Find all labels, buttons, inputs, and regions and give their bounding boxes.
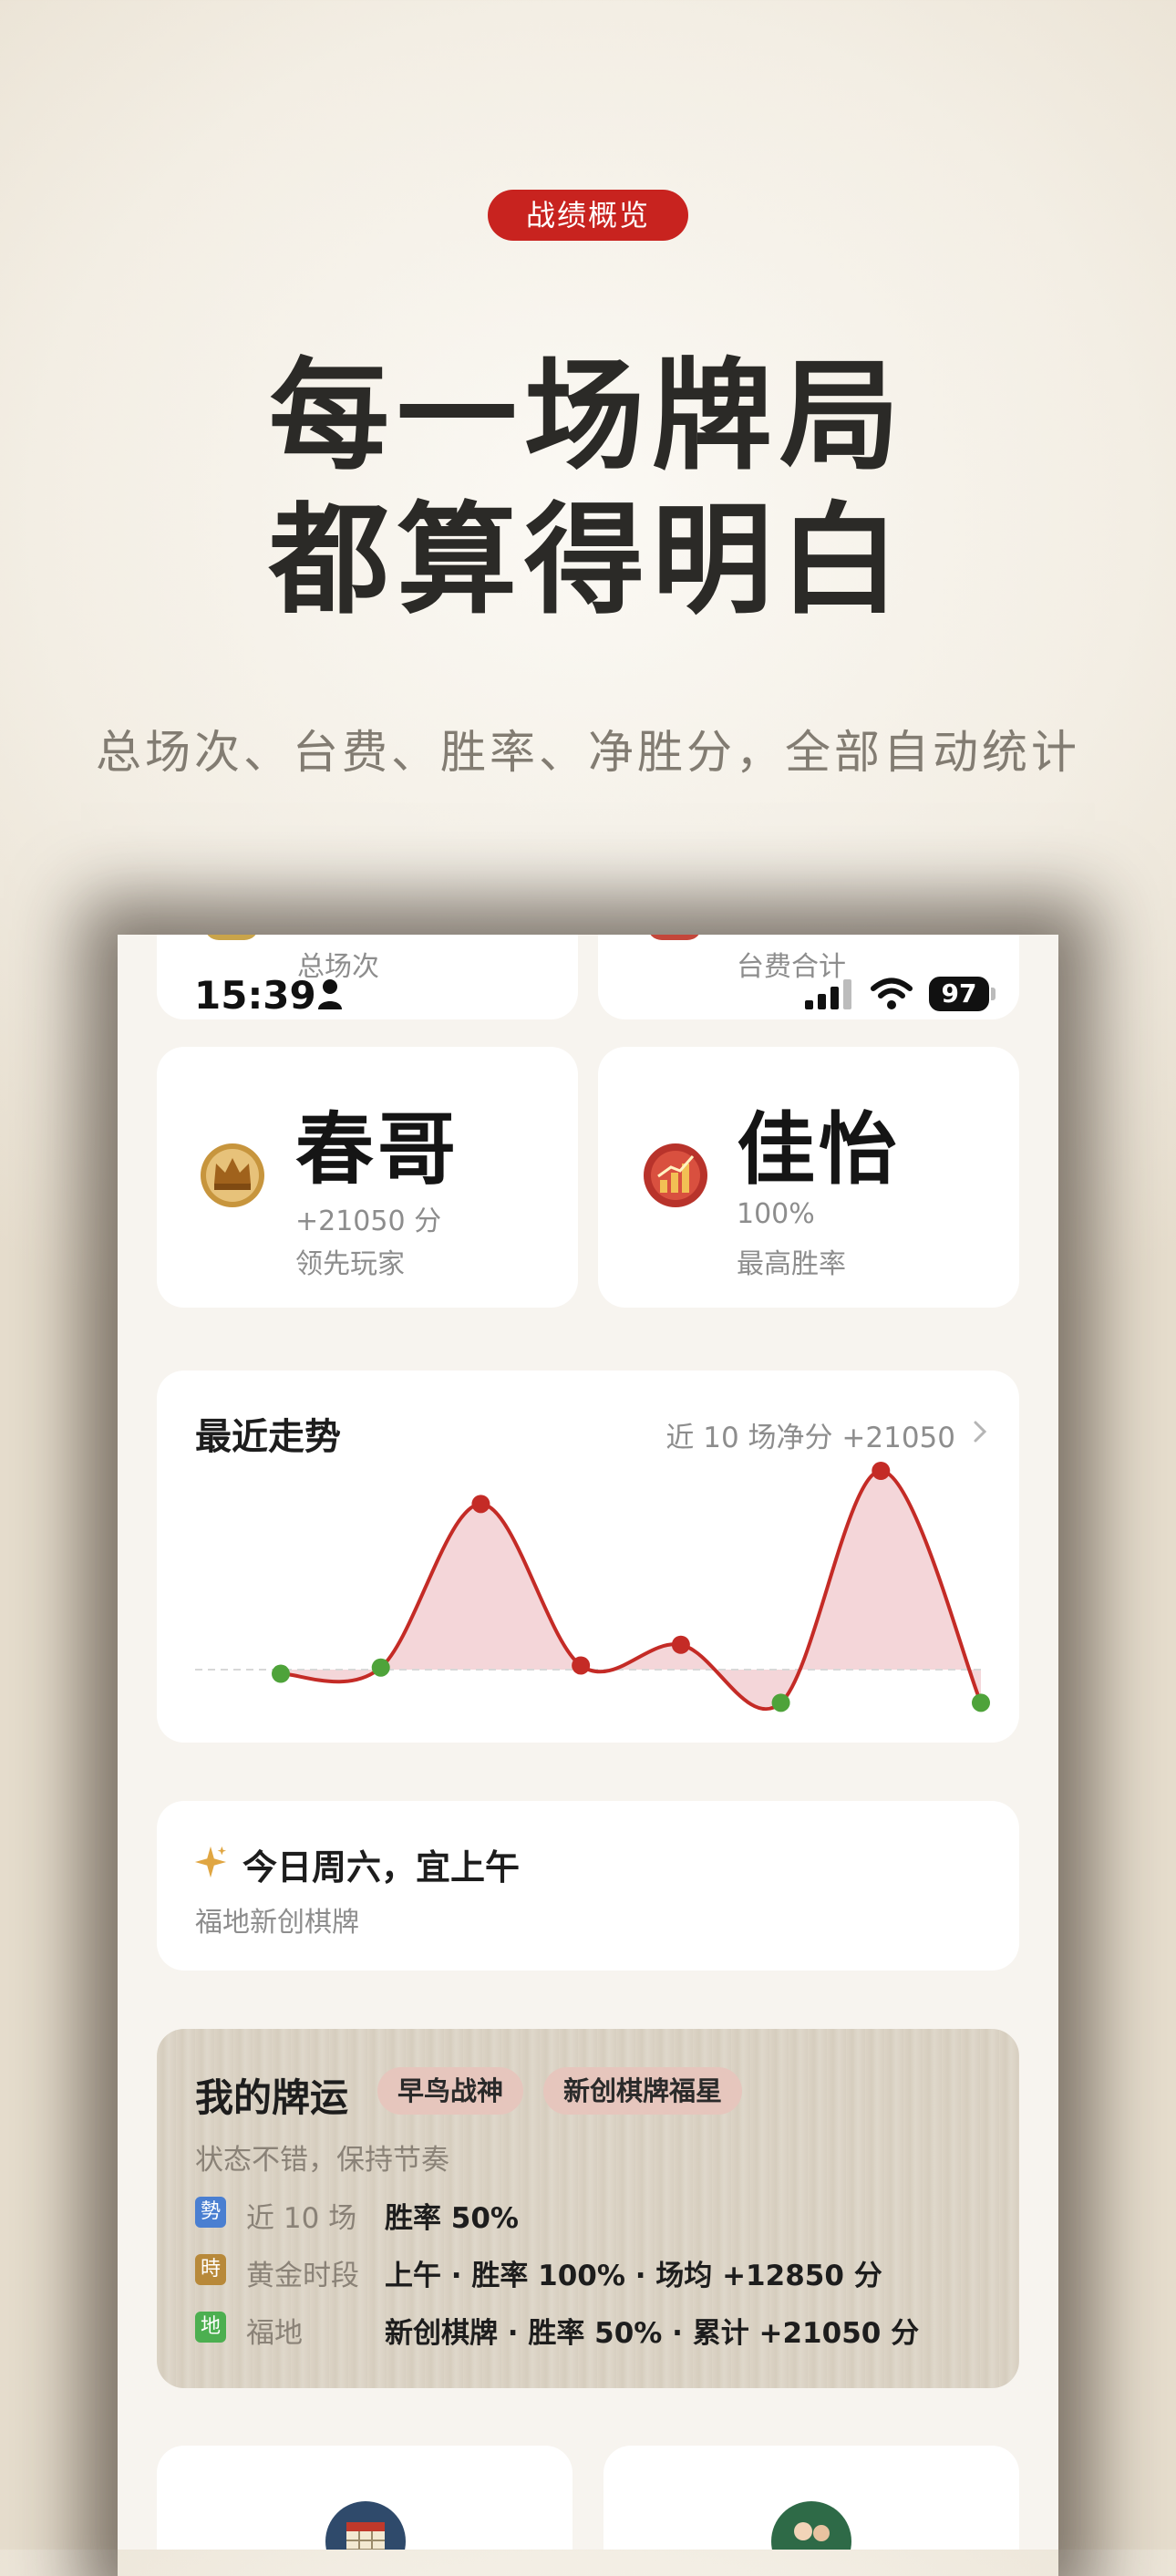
luck-row-label: 福地 xyxy=(246,2317,303,2350)
trend-point[interactable] xyxy=(972,1693,990,1712)
chart-medal-icon xyxy=(644,1143,707,1207)
battery-nub xyxy=(991,988,995,1000)
time-seal-icon: 時 xyxy=(195,2254,226,2285)
luck-tag: 新创棋牌福星 xyxy=(543,2067,743,2115)
tip-title: 今日周六，宜上午 xyxy=(242,1847,521,1888)
player-card-leader[interactable]: 春哥 +21050 分 领先玩家 xyxy=(157,1047,578,1308)
battery-indicator: 97 xyxy=(929,977,989,1011)
trend-point[interactable] xyxy=(572,1656,591,1675)
luck-row-value: 新创棋牌 · 胜率 50% · 累计 +21050 分 xyxy=(385,2317,920,2350)
player-role: 最高胜率 xyxy=(737,1248,846,1280)
trend-chart xyxy=(195,1462,990,1712)
player-name: 春哥 xyxy=(295,1104,459,1195)
luck-row-value: 上午 · 胜率 100% · 场均 +12850 分 xyxy=(385,2260,882,2292)
coin-icon xyxy=(204,935,259,940)
trend-point[interactable] xyxy=(771,1693,790,1712)
companion-card[interactable] xyxy=(603,2446,1019,2550)
player-score: 100% xyxy=(737,1198,815,1230)
player-score: +21050 分 xyxy=(295,1205,442,1237)
hero-title-line-1: 每一场牌局 xyxy=(269,347,907,487)
place-seal-icon: 地 xyxy=(195,2312,226,2343)
trend-point[interactable] xyxy=(272,1664,290,1683)
trend-point[interactable] xyxy=(872,1462,891,1480)
player-role: 领先玩家 xyxy=(295,1248,405,1280)
signal-icon xyxy=(805,979,851,1009)
calendar-icon xyxy=(325,2501,406,2550)
luck-row-golden-time: 時 黄金时段 上午 · 胜率 100% · 场均 +12850 分 xyxy=(195,2252,997,2292)
calendar-card[interactable] xyxy=(157,2446,573,2550)
luck-row-value: 胜率 50% xyxy=(385,2202,519,2235)
luck-row-lucky-place: 地 福地 新创棋牌 · 胜率 50% · 累计 +21050 分 xyxy=(195,2310,997,2350)
hero-title-line-2: 都算得明白 xyxy=(269,491,907,631)
luck-row-recent: 勢 近 10 场 胜率 50% xyxy=(195,2195,997,2235)
trend-point[interactable] xyxy=(371,1658,390,1677)
trend-card[interactable]: 最近走势 近 10 场净分 +21050 xyxy=(157,1371,1019,1743)
luck-tag: 早鸟战神 xyxy=(377,2067,524,2115)
crown-medal-icon xyxy=(201,1143,264,1207)
luck-row-label: 黄金时段 xyxy=(246,2260,359,2292)
hero-badge: 战绩概览 xyxy=(488,190,688,241)
people-icon xyxy=(771,2501,851,2550)
tip-subtitle: 福地新创棋牌 xyxy=(195,1907,359,1939)
status-bar: 15:39 97 xyxy=(118,973,1058,1019)
hero-title: 每一场牌局 都算得明白 xyxy=(0,345,1176,633)
luck-subtitle: 状态不错，保持节奏 xyxy=(195,2144,449,2177)
my-luck-card[interactable]: 我的牌运 早鸟战神 新创棋牌福星 状态不错，保持节奏 勢 近 10 场 胜率 5… xyxy=(157,2029,1019,2388)
trend-point[interactable] xyxy=(471,1495,490,1514)
player-card-winrate[interactable]: 佳怡 100% 最高胜率 xyxy=(598,1047,1019,1308)
phone-screenshot: 总场次 台费合计 15:39 97 春哥 +21050 分 领先玩家 佳怡 10… xyxy=(118,935,1058,2550)
daily-tip-card[interactable]: 今日周六，宜上午 福地新创棋牌 xyxy=(157,1801,1019,1971)
sparkle-icon xyxy=(194,1846,227,1878)
trend-point[interactable] xyxy=(671,1635,690,1654)
luck-title: 我的牌运 xyxy=(195,2075,349,2120)
wifi-icon xyxy=(871,978,913,1009)
luck-row-label: 近 10 场 xyxy=(246,2202,357,2235)
person-icon xyxy=(318,979,342,1009)
fee-icon xyxy=(647,935,702,940)
trend-seal-icon: 勢 xyxy=(195,2197,226,2228)
status-time: 15:39 xyxy=(194,973,316,1018)
hero-subtitle: 总场次、台费、胜率、净胜分，全部自动统计 xyxy=(96,726,1080,779)
player-name: 佳怡 xyxy=(737,1104,901,1195)
